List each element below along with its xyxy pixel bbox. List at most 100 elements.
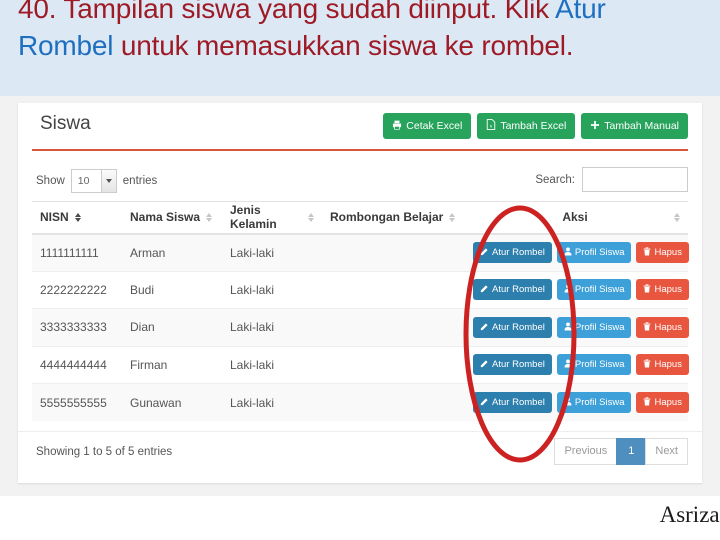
- row-action-group: Atur Rombel Profil Siswa Hapus: [473, 392, 689, 413]
- plus-icon: [590, 120, 600, 133]
- profil-siswa-button[interactable]: Profil Siswa: [556, 242, 632, 263]
- atur-rombel-button[interactable]: Atur Rombel: [473, 316, 552, 338]
- cell-nama: Firman: [122, 345, 222, 384]
- profil-siswa-label: Profil Siswa: [574, 396, 625, 408]
- table-controls: Show 10 entries Search:: [18, 161, 702, 201]
- sort-icon: [308, 212, 314, 222]
- column-header-nisn[interactable]: NISN: [32, 201, 122, 235]
- cell-nama: Arman: [122, 233, 222, 271]
- cell-nama: Budi: [122, 270, 222, 309]
- cetak-excel-button[interactable]: Cetak Excel: [383, 113, 472, 139]
- atur-rombel-label: Atur Rombel: [492, 396, 545, 408]
- tambah-manual-label: Tambah Manual: [604, 119, 679, 132]
- hapus-label: Hapus: [654, 246, 682, 258]
- tambah-excel-label: Tambah Excel: [500, 119, 567, 132]
- column-header-jenis-kelamin[interactable]: Jenis Kelamin: [222, 201, 322, 235]
- cell-nisn: 5555555555: [32, 383, 122, 421]
- card-header: Siswa Cetak Excel x Tambah Excel Tambah …: [18, 103, 702, 151]
- hapus-button[interactable]: Hapus: [636, 242, 689, 263]
- cell-aksi: Atur Rombel Profil Siswa Hapus: [473, 345, 689, 384]
- cell-aksi: Atur Rombel Profil Siswa Hapus: [473, 270, 689, 309]
- cell-rombongan-belajar: [322, 308, 474, 346]
- cell-nama: Gunawan: [122, 383, 222, 421]
- slide-heading: 40. Tampilan siswa yang sudah diinput. K…: [18, 0, 708, 64]
- tambah-excel-button[interactable]: x Tambah Excel: [477, 113, 576, 139]
- hapus-button[interactable]: Hapus: [636, 354, 689, 376]
- hapus-button[interactable]: Hapus: [636, 316, 689, 338]
- row-action-group: Atur Rombel Profil Siswa Hapus: [473, 279, 689, 301]
- table-row: 5555555555 Gunawan Laki-laki Atur Rombel Pro…: [32, 383, 689, 421]
- hapus-button[interactable]: Hapus: [636, 279, 689, 301]
- user-icon: [564, 397, 572, 408]
- hapus-label: Hapus: [654, 321, 682, 333]
- cell-rombongan-belajar: [322, 270, 474, 309]
- toolbar: Cetak Excel x Tambah Excel Tambah Manual: [383, 113, 688, 139]
- search-input[interactable]: [582, 167, 688, 192]
- hapus-label: Hapus: [654, 396, 682, 408]
- user-icon: [564, 247, 572, 258]
- atur-rombel-button[interactable]: Atur Rombel: [473, 354, 552, 376]
- cell-aksi: Atur Rombel Profil Siswa Hapus: [473, 383, 689, 421]
- row-action-group: Atur Rombel Profil Siswa Hapus: [473, 354, 689, 376]
- pagination-previous[interactable]: Previous: [554, 438, 618, 466]
- column-header-nama-siswa-label: Nama Siswa: [130, 210, 201, 225]
- cell-jenis-kelamin: Laki-laki: [222, 233, 322, 271]
- pencil-square-icon: [480, 247, 489, 258]
- pagination-page-1[interactable]: 1: [616, 438, 647, 466]
- column-header-jenis-kelamin-label: Jenis Kelamin: [230, 203, 277, 232]
- table-header-row: NISN Nama Siswa Jenis Kelamin Rombongan …: [32, 201, 688, 235]
- table-body: 1111111111 Arman Laki-laki Atur Rombel Profi…: [32, 233, 689, 421]
- cell-aksi: Atur Rombel Profil Siswa Hapus: [473, 308, 689, 346]
- cell-nisn: 4444444444: [32, 345, 122, 384]
- column-header-aksi-label: Aksi: [562, 210, 588, 225]
- hapus-label: Hapus: [654, 359, 682, 370]
- pencil-square-icon: [480, 359, 489, 370]
- table-row: 3333333333 Dian Laki-laki Atur Rombel Profil…: [32, 308, 689, 346]
- atur-rombel-button[interactable]: Atur Rombel: [473, 279, 552, 301]
- cell-jenis-kelamin: Laki-laki: [222, 270, 322, 309]
- siswa-table: NISN Nama Siswa Jenis Kelamin Rombongan …: [32, 201, 689, 421]
- column-header-rombongan-belajar[interactable]: Rombongan Belajar: [322, 201, 474, 235]
- entries-label: entries: [122, 175, 158, 187]
- profil-siswa-button[interactable]: Profil Siswa: [556, 316, 632, 338]
- column-header-nisn-label: NISN: [40, 210, 69, 225]
- profil-siswa-button[interactable]: Profil Siswa: [556, 279, 632, 301]
- pencil-square-icon: [480, 322, 489, 333]
- file-excel-icon: x: [486, 119, 496, 133]
- profil-siswa-button[interactable]: Profil Siswa: [556, 354, 632, 376]
- atur-rombel-button[interactable]: Atur Rombel: [473, 392, 552, 413]
- user-icon: [564, 284, 572, 295]
- column-header-nama-siswa[interactable]: Nama Siswa: [122, 201, 222, 235]
- row-action-group: Atur Rombel Profil Siswa Hapus: [473, 242, 689, 263]
- atur-rombel-button[interactable]: Atur Rombel: [473, 242, 552, 263]
- slide-heading-suffix: untuk memasukkan siswa ke rombel.: [113, 30, 574, 61]
- search-label: Search:: [535, 173, 575, 186]
- cell-jenis-kelamin: Laki-laki: [222, 308, 322, 346]
- signature-bar: Asrizal: [0, 496, 720, 540]
- profil-siswa-button[interactable]: Profil Siswa: [556, 392, 632, 413]
- cell-rombongan-belajar: [322, 383, 474, 421]
- column-header-aksi[interactable]: Aksi: [474, 201, 688, 235]
- tambah-manual-button[interactable]: Tambah Manual: [581, 113, 688, 139]
- showing-entries-info: Showing 1 to 5 of 5 entries: [36, 446, 173, 458]
- sort-icon: [674, 212, 680, 222]
- entries-value: 10: [77, 175, 90, 187]
- column-header-rombongan-belajar-label: Rombongan Belajar: [330, 210, 444, 225]
- profil-siswa-label: Profil Siswa: [574, 321, 625, 333]
- cetak-excel-label: Cetak Excel: [406, 119, 463, 132]
- page-background: Siswa Cetak Excel x Tambah Excel Tambah …: [0, 96, 720, 496]
- trash-icon: [643, 359, 651, 370]
- pagination-next[interactable]: Next: [645, 438, 688, 466]
- table-footer: Showing 1 to 5 of 5 entries Previous 1 N…: [18, 431, 702, 476]
- slide-heading-prefix: 40. Tampilan siswa yang sudah diinput. K…: [18, 0, 556, 24]
- entries-select[interactable]: 10: [70, 169, 117, 193]
- hapus-button[interactable]: Hapus: [636, 392, 689, 413]
- sort-icon: [449, 212, 456, 222]
- sort-icon: [74, 212, 81, 222]
- table-row: 4444444444 Firman Laki-laki Atur Rombel Prof…: [32, 345, 689, 384]
- author-signature: Asrizal: [659, 502, 720, 527]
- show-entries-control: Show 10 entries: [36, 169, 157, 193]
- cell-nisn: 1111111111: [32, 233, 122, 271]
- profil-siswa-label: Profil Siswa: [574, 284, 625, 295]
- cell-nama: Dian: [122, 308, 222, 346]
